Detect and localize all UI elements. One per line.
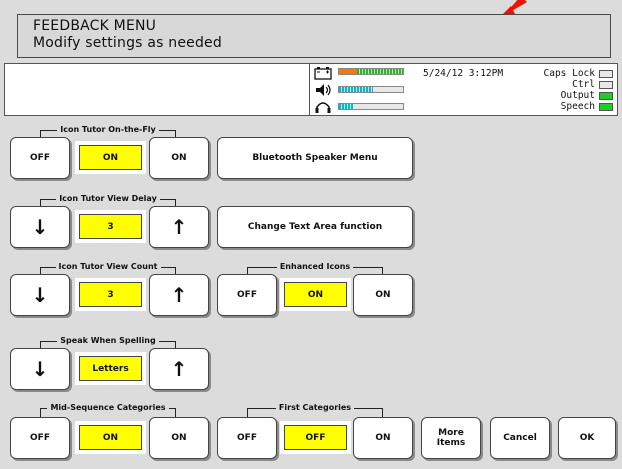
more-items-button[interactable]: More Items [421,417,481,459]
icon-tutor-view-delay-increase-button[interactable]: ↑ [149,206,209,248]
more-items-label-line2: Items [436,438,466,448]
headphone-level-bar [338,103,404,110]
more-items-label-line1: More [438,428,464,438]
output-indicator [599,92,613,100]
headphones-icon [315,102,331,113]
first-categories-on-button[interactable]: ON [353,417,413,459]
icon-tutor-on-the-fly-value: ON [75,141,146,174]
ok-button[interactable]: OK [558,417,616,459]
battery-icon [314,67,332,80]
icon-tutor-view-count-decrease-button[interactable]: ↓ [10,274,70,316]
down-arrow-icon: ↓ [31,215,49,239]
enhanced-icons-value: ON [280,278,351,311]
icon-tutor-view-count-value: 3 [75,278,146,311]
speech-label: Speech [560,101,595,112]
down-arrow-icon: ↓ [31,283,49,307]
icon-tutor-view-delay-value: 3 [75,210,146,243]
icon-tutor-view-count-increase-button[interactable]: ↑ [149,274,209,316]
up-arrow-icon: ↑ [170,283,188,307]
menu-header: FEEDBACK MENU Modify settings as needed [17,14,611,58]
mid-sequence-categories-on-button[interactable]: ON [149,417,209,459]
mid-sequence-categories-value: ON [75,421,146,454]
status-panel: 5/24/12 3:12PM Caps Lock Ctrl Output Spe… [309,63,618,116]
icon-tutor-on-the-fly-off-button[interactable]: OFF [10,137,70,179]
page-subtitle: Modify settings as needed [33,35,222,51]
output-label: Output [560,90,595,101]
speak-when-spelling-next-button[interactable]: ↑ [149,348,209,390]
change-text-area-function-button[interactable]: Change Text Area function [217,206,413,248]
speak-when-spelling-previous-button[interactable]: ↓ [10,348,70,390]
page-title: FEEDBACK MENU [33,18,157,34]
down-arrow-icon: ↓ [31,357,49,381]
mid-sequence-categories-off-button[interactable]: OFF [10,417,70,459]
ctrl-indicator [599,81,613,89]
volume-level-bar [338,86,404,93]
icon-tutor-on-the-fly-on-button[interactable]: ON [149,137,209,179]
bluetooth-speaker-menu-button[interactable]: Bluetooth Speaker Menu [217,137,413,179]
up-arrow-icon: ↑ [170,357,188,381]
ctrl-label: Ctrl [572,79,595,90]
battery-level-bar [338,68,404,75]
caps-lock-indicator [599,70,613,78]
enhanced-icons-off-button[interactable]: OFF [217,274,277,316]
speaker-icon [316,84,331,96]
speak-when-spelling-value: Letters [75,352,146,385]
up-arrow-icon: ↑ [170,215,188,239]
first-categories-off-button[interactable]: OFF [217,417,277,459]
text-area[interactable] [4,63,310,116]
cancel-button[interactable]: Cancel [490,417,550,459]
first-categories-value: OFF [280,421,351,454]
icon-tutor-view-delay-decrease-button[interactable]: ↓ [10,206,70,248]
datetime: 5/24/12 3:12PM [423,68,504,79]
caps-lock-label: Caps Lock [543,68,595,79]
enhanced-icons-on-button[interactable]: ON [353,274,413,316]
speech-indicator [599,103,613,111]
